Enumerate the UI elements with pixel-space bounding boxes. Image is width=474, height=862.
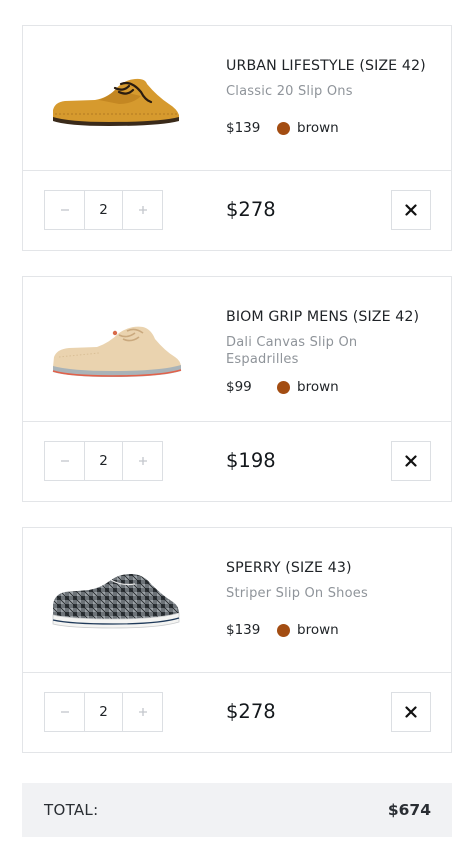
cart-item-controls: $198 xyxy=(23,422,451,502)
color-swatch xyxy=(277,380,290,394)
plus-icon xyxy=(138,457,147,465)
product-subtitle: Dali Canvas Slip On Espadrilles xyxy=(226,335,358,367)
shoe-urban-lifestyle-image xyxy=(53,78,179,126)
line-total: $278 xyxy=(226,700,276,723)
close-icon xyxy=(405,204,417,216)
shoe-biom-grip-image xyxy=(52,326,182,377)
quantity-stepper xyxy=(44,692,163,732)
quantity-stepper xyxy=(44,441,163,481)
plus-icon xyxy=(138,206,147,214)
line-total: $198 xyxy=(226,449,276,472)
total-value: $674 xyxy=(387,801,431,819)
remove-item-button[interactable] xyxy=(391,441,431,481)
close-icon xyxy=(405,455,417,467)
increment-button[interactable] xyxy=(123,442,162,480)
plus-icon xyxy=(138,708,147,716)
quantity-input[interactable] xyxy=(84,693,123,731)
increment-button[interactable] xyxy=(123,693,162,731)
quantity-input[interactable] xyxy=(84,191,123,229)
quantity-input[interactable] xyxy=(84,442,123,480)
quantity-stepper xyxy=(44,190,163,230)
cart-item-details: BIOM GRIP MENS (SIZE 42) Dali Canvas Sli… xyxy=(23,277,451,422)
cart-item-controls: $278 xyxy=(23,171,451,251)
shopping-cart: URBAN LIFESTYLE (SIZE 42) Classic 20 Sli… xyxy=(0,0,474,862)
product-meta: $139 brown xyxy=(226,622,339,638)
product-name[interactable]: SPERRY (SIZE 43) xyxy=(226,560,444,576)
cart-item-controls: $278 xyxy=(23,673,451,753)
remove-item-button[interactable] xyxy=(391,692,431,732)
close-icon xyxy=(405,706,417,718)
decrement-button[interactable] xyxy=(45,442,84,480)
cart-item-details: URBAN LIFESTYLE (SIZE 42) Classic 20 Sli… xyxy=(23,26,451,171)
color-name: brown xyxy=(297,120,339,136)
unit-price: $99 xyxy=(226,379,252,395)
product-meta: $99 brown xyxy=(226,379,339,395)
shoe-sperry-image xyxy=(52,574,180,629)
unit-price: $139 xyxy=(226,120,261,136)
cart-item-biom-grip: BIOM GRIP MENS (SIZE 42) Dali Canvas Sli… xyxy=(22,276,452,502)
color-swatch xyxy=(277,121,290,135)
line-total: $278 xyxy=(226,198,276,221)
product-name[interactable]: URBAN LIFESTYLE (SIZE 42) xyxy=(226,58,444,74)
minus-icon xyxy=(60,711,69,713)
cart-item-details: SPERRY (SIZE 43) Striper Slip On Shoes $… xyxy=(23,528,451,673)
color-name: brown xyxy=(297,622,339,638)
product-subtitle: Classic 20 Slip Ons xyxy=(226,84,353,99)
increment-button[interactable] xyxy=(123,191,162,229)
color-swatch xyxy=(277,623,290,637)
minus-icon xyxy=(60,209,69,211)
cart-item-urban-lifestyle: URBAN LIFESTYLE (SIZE 42) Classic 20 Sli… xyxy=(22,25,452,251)
decrement-button[interactable] xyxy=(45,693,84,731)
product-name[interactable]: BIOM GRIP MENS (SIZE 42) xyxy=(226,309,444,325)
total-label: TOTAL: xyxy=(44,801,99,819)
decrement-button[interactable] xyxy=(45,191,84,229)
product-meta: $139 brown xyxy=(226,120,339,136)
cart-total-bar: TOTAL: $674 xyxy=(22,783,452,837)
color-name: brown xyxy=(297,379,339,395)
cart-item-sperry: SPERRY (SIZE 43) Striper Slip On Shoes $… xyxy=(22,527,452,753)
remove-item-button[interactable] xyxy=(391,190,431,230)
product-subtitle: Striper Slip On Shoes xyxy=(226,586,368,601)
minus-icon xyxy=(60,460,69,462)
unit-price: $139 xyxy=(226,622,261,638)
